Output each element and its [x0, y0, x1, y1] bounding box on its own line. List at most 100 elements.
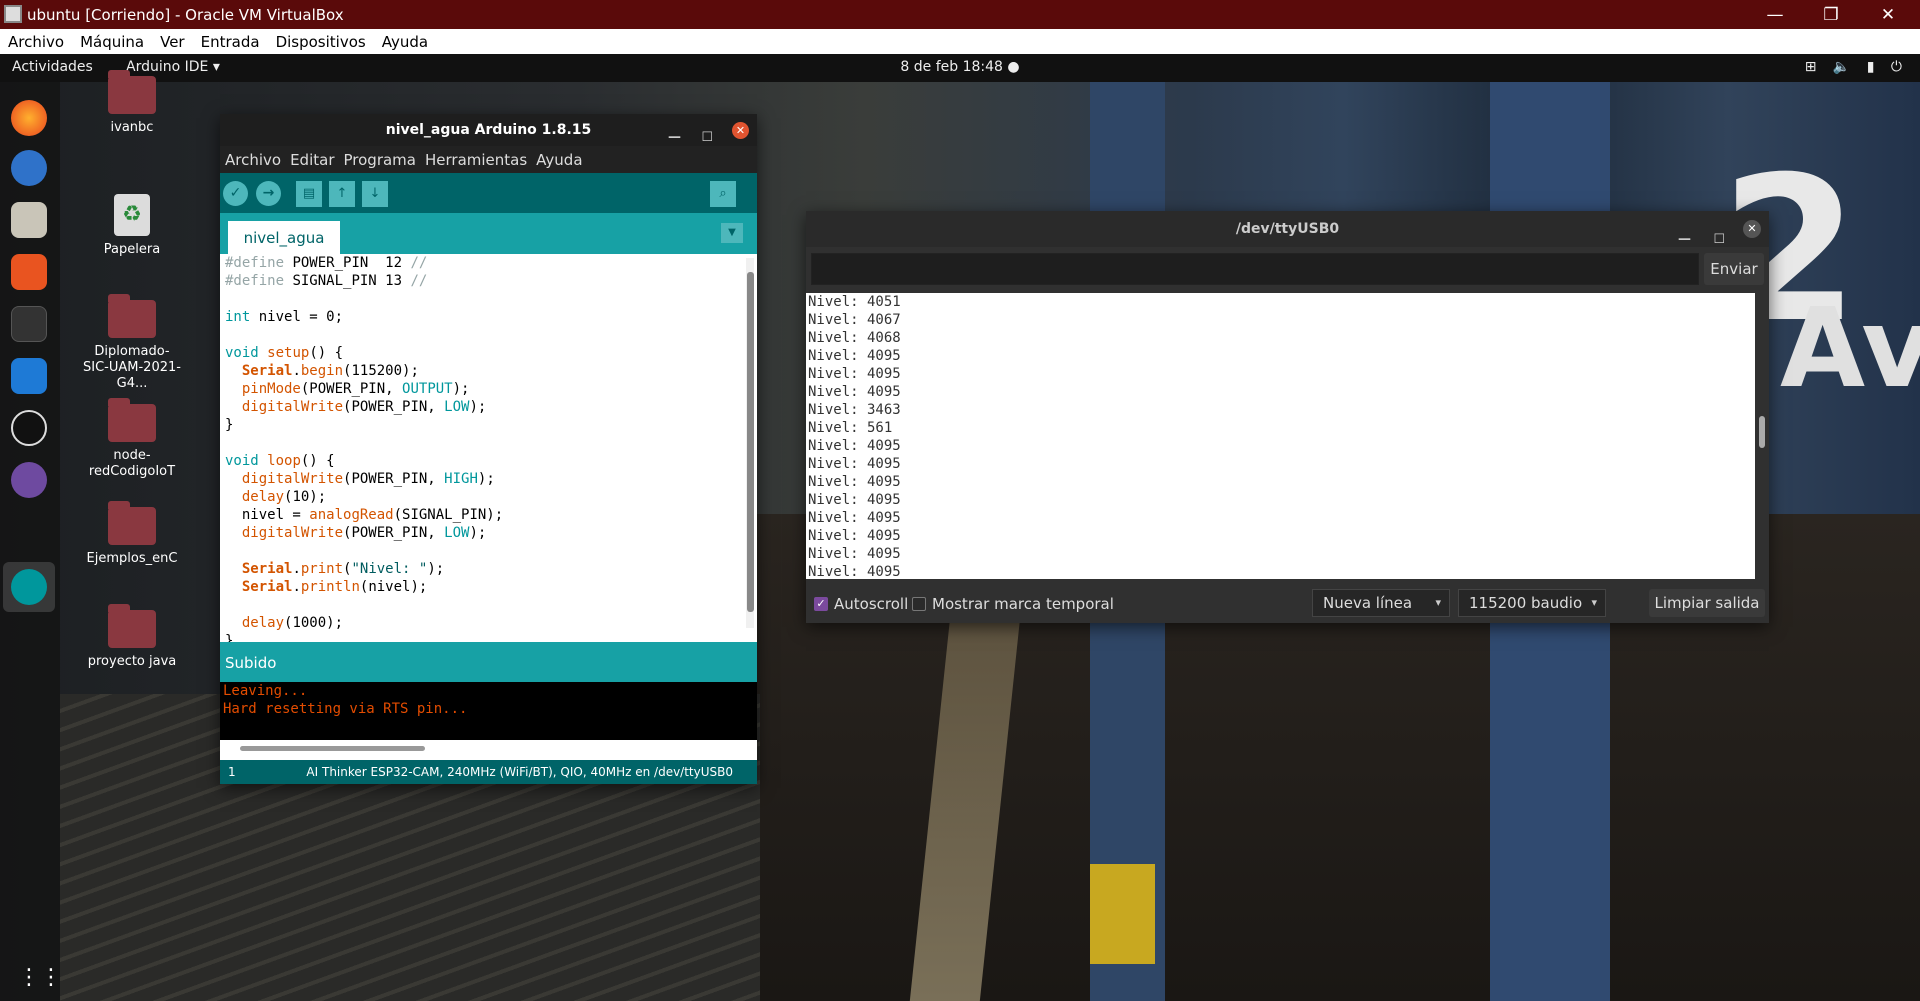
open-sketch-icon[interactable]: ↑	[329, 181, 355, 207]
gnome-top-bar: Actividades Arduino IDE ▾ 8 de feb 18:48…	[0, 54, 1920, 82]
menu-ayuda[interactable]: Ayuda	[532, 151, 586, 169]
arduino-window-title: nivel_agua Arduino 1.8.15	[385, 122, 592, 138]
serial-output[interactable]: Nivel: 4051 Nivel: 4067 Nivel: 4068 Nive…	[806, 293, 1755, 579]
folder-icon	[108, 294, 156, 338]
serial-title-bar: /dev/ttyUSB0 — ☐ ✕	[806, 211, 1769, 247]
arduino-title-bar: nivel_agua Arduino 1.8.15 — ☐ ✕	[220, 114, 757, 146]
dock: ⋮⋮	[0, 82, 62, 1001]
clock[interactable]: 8 de feb 18:48 ●	[0, 59, 1920, 75]
new-sketch-icon[interactable]: ▤	[296, 181, 322, 207]
wallpaper-yellow-band	[1090, 864, 1155, 964]
menu-ayuda[interactable]: Ayuda	[374, 33, 436, 51]
serial-line: Nivel: 4095	[808, 546, 901, 562]
software-center-icon[interactable]	[11, 254, 47, 290]
close-icon[interactable]: ✕	[1860, 0, 1916, 29]
line-ending-select[interactable]: Nueva línea ▾	[1312, 589, 1450, 617]
desktop-icon-label: proyecto java	[87, 654, 177, 669]
folder-icon	[108, 604, 156, 648]
terminal-icon[interactable]	[11, 306, 47, 342]
arduino-footer: 1 AI Thinker ESP32-CAM, 240MHz (WiFi/BT)…	[220, 760, 757, 784]
system-tray[interactable]: ⊞ 🔈 ▮ ⏻	[1805, 59, 1908, 75]
menu-programa[interactable]: Programa	[340, 151, 420, 169]
github-desktop-icon[interactable]	[11, 462, 47, 498]
editor-scrollbar-thumb[interactable]	[747, 272, 754, 612]
arduino-icon[interactable]	[11, 569, 47, 605]
menu-archivo[interactable]: Archivo	[221, 151, 285, 169]
home-folder-icon	[108, 70, 156, 114]
code-editor[interactable]: #define POWER_PIN 12 // #define SIGNAL_P…	[220, 254, 757, 642]
line-ending-value: Nueva línea	[1323, 594, 1413, 612]
minimize-icon[interactable]: —	[668, 122, 681, 154]
virtualbox-title-bar: ubuntu [Corriendo] - Oracle VM VirtualBo…	[0, 0, 1920, 29]
chevron-down-icon: ▾	[1435, 596, 1441, 609]
restore-icon[interactable]: ❐	[1803, 0, 1859, 29]
menu-entrada[interactable]: Entrada	[193, 33, 268, 51]
desktop-icon-label: Ejemplos_enC	[86, 551, 178, 566]
status-message: Subido	[220, 642, 757, 682]
verify-icon[interactable]: ✓	[223, 181, 248, 206]
baud-rate-select[interactable]: 115200 baudio ▾	[1458, 589, 1606, 617]
send-button[interactable]: Enviar	[1704, 253, 1764, 285]
virtualbox-app-icon	[4, 5, 22, 23]
serial-line: Nivel: 4095	[808, 564, 901, 579]
console-horizontal-scrollbar[interactable]	[220, 740, 757, 760]
thunderbird-icon[interactable]	[11, 150, 47, 186]
virtualbox-menu-bar: Archivo Máquina Ver Entrada Dispositivos…	[0, 29, 1920, 54]
arduino-toolbar: ✓ → ▤ ↑ ↓ ⌕	[220, 173, 757, 213]
serial-scrollbar-thumb[interactable]	[1759, 416, 1765, 448]
menu-editar[interactable]: Editar	[286, 151, 338, 169]
github-icon[interactable]	[11, 410, 47, 446]
desktop-icon-node-red[interactable]: node-redCodigoIoT	[82, 398, 182, 480]
guest-desktop: 2 Av Actividades Arduino IDE ▾ 8 de feb …	[0, 54, 1920, 1001]
menu-archivo[interactable]: Archivo	[0, 33, 72, 51]
firefox-icon[interactable]	[11, 100, 47, 136]
tab-menu-icon[interactable]: ▼	[721, 223, 743, 243]
close-icon[interactable]: ✕	[732, 122, 749, 139]
desktop-icon-home[interactable]: ivanbc	[82, 70, 182, 136]
desktop-icon-diplomado[interactable]: Diplomado-SIC-UAM-2021-G4...	[82, 294, 182, 392]
desktop-icon-trash[interactable]: ♻ Papelera	[82, 194, 182, 258]
menu-maquina[interactable]: Máquina	[72, 33, 152, 51]
serial-line: Nivel: 4095	[808, 348, 901, 364]
serial-line: Nivel: 4095	[808, 384, 901, 400]
serial-monitor-window: /dev/ttyUSB0 — ☐ ✕ Enviar Nivel: 4051 Ni…	[806, 211, 1769, 623]
folder-icon	[108, 398, 156, 442]
upload-icon[interactable]: →	[256, 181, 281, 206]
serial-input[interactable]	[811, 253, 1699, 285]
baud-rate-value: 115200 baudio	[1469, 594, 1583, 612]
maximize-icon[interactable]: ☐	[701, 122, 713, 154]
serial-line: Nivel: 561	[808, 420, 893, 436]
chevron-down-icon: ▾	[1591, 596, 1597, 609]
serial-line: Nivel: 4067	[808, 312, 901, 328]
console-line: Leaving...	[223, 683, 308, 699]
desktop-icon-ejemplos[interactable]: Ejemplos_enC	[82, 501, 182, 567]
desktop-icon-label: node-redCodigoIoT	[88, 448, 176, 479]
vscode-icon[interactable]	[11, 358, 47, 394]
menu-dispositivos[interactable]: Dispositivos	[268, 33, 374, 51]
tab-nivel-agua[interactable]: nivel_agua	[228, 221, 340, 254]
code-text[interactable]: #define POWER_PIN 12 // #define SIGNAL_P…	[225, 254, 503, 642]
desktop-icon-label: Diplomado-SIC-UAM-2021-G4...	[83, 344, 181, 391]
serial-line: Nivel: 3463	[808, 402, 901, 418]
timestamp-checkbox[interactable]	[912, 597, 926, 611]
virtualbox-window-title: ubuntu [Corriendo] - Oracle VM VirtualBo…	[27, 5, 344, 24]
trash-icon: ♻	[114, 194, 150, 236]
minimize-icon[interactable]: —	[1747, 0, 1803, 29]
menu-herramientas[interactable]: Herramientas	[421, 151, 531, 169]
close-icon[interactable]: ✕	[1743, 220, 1761, 238]
console-scrollbar-thumb[interactable]	[240, 746, 425, 751]
console-line: Hard resetting via RTS pin...	[223, 701, 468, 717]
serial-window-title: /dev/ttyUSB0	[1235, 221, 1340, 237]
menu-ver[interactable]: Ver	[152, 33, 193, 51]
autoscroll-checkbox[interactable]: ✓	[814, 597, 828, 611]
files-icon[interactable]	[11, 202, 47, 238]
save-sketch-icon[interactable]: ↓	[362, 181, 388, 207]
desktop-icon-proyecto-java[interactable]: proyecto java	[82, 604, 182, 670]
serial-monitor-icon[interactable]: ⌕	[710, 181, 736, 207]
clear-output-button[interactable]: Limpiar salida	[1649, 589, 1765, 617]
line-number: 1	[228, 765, 236, 779]
desktop-icon-label: Papelera	[103, 242, 161, 257]
show-applications-icon[interactable]: ⋮⋮	[18, 966, 62, 990]
serial-line: Nivel: 4095	[808, 492, 901, 508]
serial-line: Nivel: 4095	[808, 510, 901, 526]
